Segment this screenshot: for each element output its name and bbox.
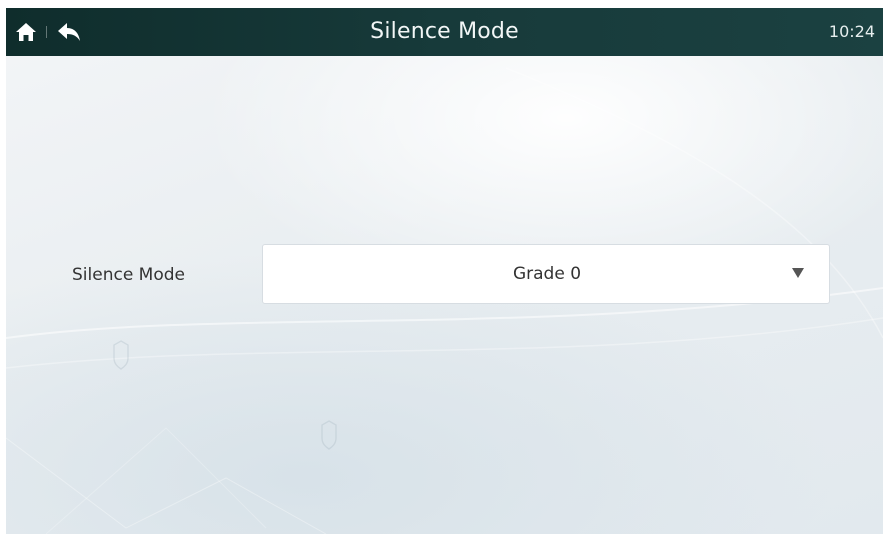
clock-time: 10:24 (828, 22, 875, 41)
dropdown-triangle-icon (792, 268, 804, 278)
select-value: Grade 0 (512, 264, 582, 284)
silence-mode-label: Silence Mode (72, 265, 185, 285)
top-bar: Silence Mode 10:24 (6, 8, 883, 56)
silence-mode-select[interactable]: Grade 0 (262, 244, 830, 304)
page-title: Silence Mode (370, 19, 519, 44)
shield-watermark-icon (113, 340, 129, 370)
shield-watermark-icon (321, 420, 337, 450)
screen: Silence Mode 10:24 Silence Mode Grade 0 (6, 8, 883, 534)
